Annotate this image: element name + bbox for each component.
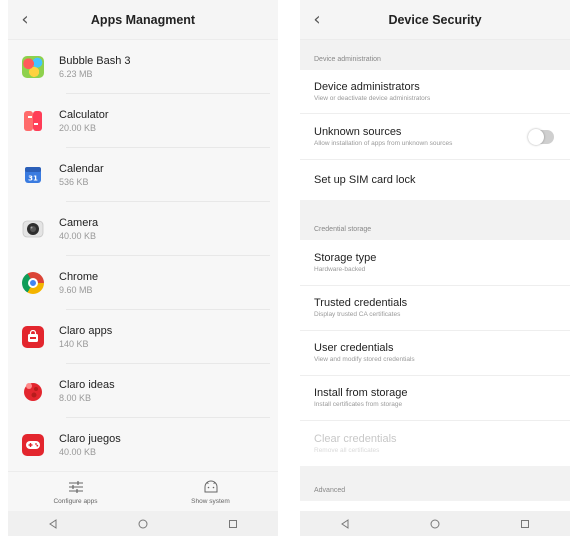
item-title: Clear credentials	[314, 432, 397, 445]
storage-type-item[interactable]: Storage type Hardware-backed	[300, 240, 570, 286]
page-title: Apps Managment	[90, 12, 196, 27]
sim-card-lock-item[interactable]: Set up SIM card lock	[300, 160, 570, 200]
item-subtitle: Remove all certificates	[314, 446, 380, 454]
item-subtitle: Allow installation of apps from unknown …	[314, 139, 453, 147]
list-item[interactable]: Camera 40.00 KB	[8, 202, 278, 256]
svg-text:31: 31	[28, 175, 38, 183]
device-administrators-item[interactable]: Device administrators View or deactivate…	[300, 70, 570, 114]
nav-home-icon[interactable]	[415, 514, 455, 534]
item-title: Install from storage	[314, 387, 408, 399]
android-icon	[203, 478, 219, 495]
back-arrow-icon[interactable]: ‹	[8, 0, 42, 40]
app-name: Claro ideas	[59, 379, 115, 391]
security-settings-list: Device administration Device administrat…	[300, 40, 570, 511]
item-subtitle: Display trusted CA certificates	[314, 311, 401, 318]
unknown-sources-item[interactable]: Unknown sources Allow installation of ap…	[300, 114, 570, 160]
apps-list: Bubble Bash 3 6.23 MB Calculator 20.00 K…	[8, 40, 278, 471]
navigation-bar	[300, 511, 570, 536]
app-name: Bubble Bash 3	[59, 55, 131, 67]
item-subtitle: View or deactivate device administrators	[314, 94, 431, 102]
nav-back-icon[interactable]	[33, 514, 73, 534]
chrome-icon	[22, 272, 44, 294]
nav-home-icon[interactable]	[123, 514, 163, 534]
list-item[interactable]: Claro ideas 8.00 KB	[8, 364, 278, 418]
item-title: Unknown sources	[314, 125, 402, 138]
calculator-icon	[22, 110, 44, 132]
toggle-knob	[528, 128, 544, 145]
list-item[interactable]: Claro apps 140 KB	[8, 310, 278, 364]
app-size: 20.00 KB	[59, 123, 97, 133]
item-title: Device administrators	[314, 80, 420, 93]
apps-header: ‹ Apps Managment	[8, 0, 278, 40]
calendar-icon: 31	[22, 164, 44, 186]
bottom-actions: Configure apps Show system	[8, 471, 278, 511]
sliders-icon	[68, 478, 84, 495]
show-system-label: Show system	[191, 498, 230, 505]
section-header-credential-storage: Credential storage	[300, 200, 570, 240]
install-from-storage-item[interactable]: Install from storage Install certificate…	[300, 376, 570, 421]
app-size: 536 KB	[59, 177, 89, 187]
claro-juegos-icon	[22, 434, 44, 456]
item-subtitle: Install certificates from storage	[314, 401, 403, 408]
item-title: Storage type	[314, 251, 377, 264]
claro-apps-icon	[22, 326, 44, 348]
claro-ideas-icon	[22, 380, 44, 402]
list-item[interactable]: Claro juegos 40.00 KB	[8, 418, 278, 471]
camera-icon	[22, 218, 44, 240]
show-system-button[interactable]: Show system	[156, 478, 266, 505]
app-size: 40.00 KB	[59, 231, 97, 241]
app-name: Claro juegos	[59, 433, 121, 445]
device-security-screen: ‹ Device Security Device administration …	[300, 0, 570, 536]
app-name: Claro apps	[59, 325, 113, 337]
section-header-advanced: Advanced	[300, 466, 570, 501]
list-item[interactable]: Chrome 9.60 MB	[8, 256, 278, 310]
nav-recents-icon[interactable]	[505, 514, 545, 534]
trusted-credentials-item[interactable]: Trusted credentials Display trusted CA c…	[300, 286, 570, 331]
app-name: Calculator	[59, 109, 109, 121]
clear-credentials-item: Clear credentials Remove all certificate…	[300, 421, 570, 466]
app-size: 140 KB	[59, 339, 89, 349]
app-size: 6.23 MB	[59, 69, 93, 79]
back-arrow-icon[interactable]: ‹	[300, 0, 334, 40]
list-item[interactable]: Bubble Bash 3 6.23 MB	[8, 40, 278, 94]
app-size: 9.60 MB	[59, 285, 93, 295]
nav-recents-icon[interactable]	[213, 514, 253, 534]
bubble-bash-icon	[22, 56, 44, 78]
item-title: User credentials	[314, 342, 394, 354]
configure-apps-button[interactable]: Configure apps	[21, 478, 131, 505]
list-item[interactable]: 31 Calendar 536 KB	[8, 148, 278, 202]
app-name: Chrome	[59, 271, 99, 283]
user-credentials-item[interactable]: User credentials View and modify stored …	[300, 331, 570, 376]
list-item[interactable]: Calculator 20.00 KB	[8, 94, 278, 148]
app-size: 8.00 KB	[59, 393, 92, 403]
app-size: 40.00 KB	[59, 447, 97, 457]
app-name: Camera	[59, 217, 99, 229]
page-title: Device Security	[388, 12, 482, 27]
item-title: Trusted credentials	[314, 297, 408, 309]
navigation-bar	[8, 511, 278, 536]
app-name: Calendar	[59, 163, 104, 175]
apps-management-screen: ‹ Apps Managment Bubble Bash 3 6.23 MB C…	[8, 0, 278, 536]
nav-back-icon[interactable]	[325, 514, 365, 534]
item-subtitle: Hardware-backed	[314, 265, 366, 273]
item-title: Set up SIM card lock	[314, 174, 416, 186]
configure-apps-label: Configure apps	[53, 498, 98, 505]
item-subtitle: View and modify stored credentials	[314, 356, 415, 363]
security-header: ‹ Device Security	[300, 0, 570, 40]
unknown-sources-toggle[interactable]	[528, 128, 554, 145]
section-header-device-administration: Device administration	[300, 40, 570, 70]
